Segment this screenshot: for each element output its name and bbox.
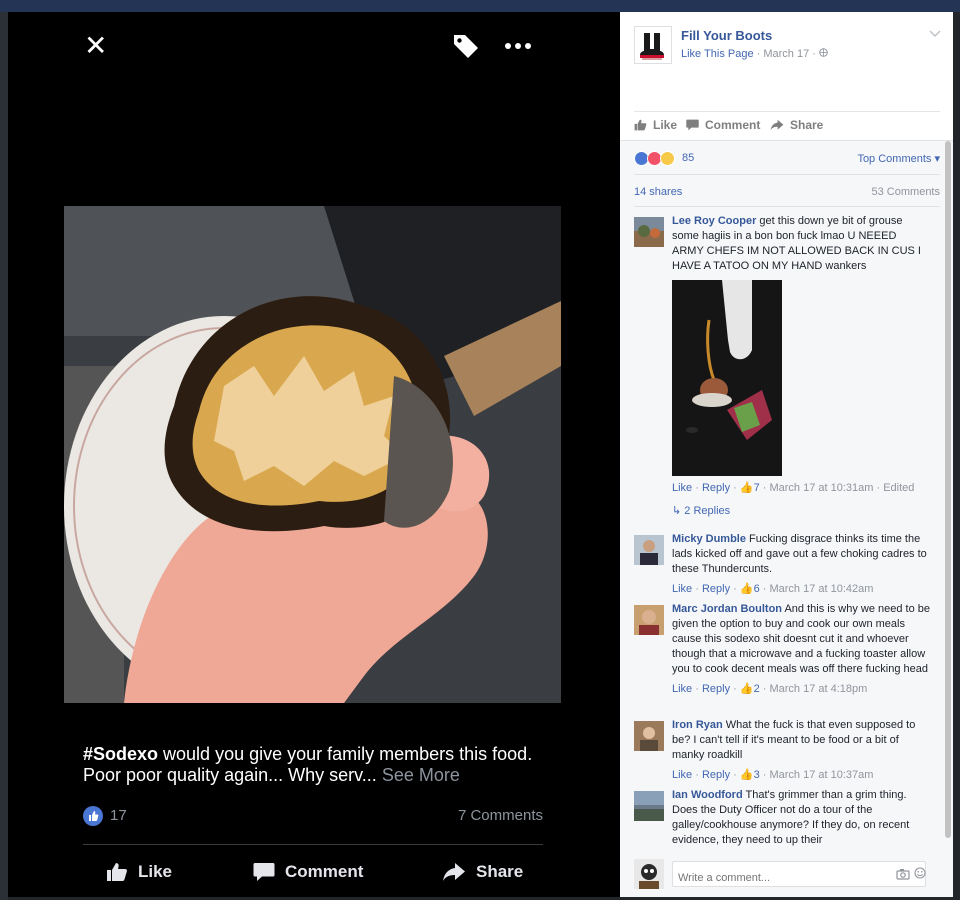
comment-composer [634, 859, 940, 889]
emoji-icon[interactable] [914, 867, 926, 879]
comment-meta: Like · Reply · 👍6 · March 17 at 10:42am [672, 583, 874, 595]
comment-bubble-icon [686, 119, 699, 131]
viewer-actions: Like Comment Share [83, 858, 543, 886]
avatar[interactable] [634, 535, 664, 565]
see-more-link[interactable]: See More [382, 765, 460, 785]
comment-body: Iron Ryan What the fuck is that even sup… [672, 718, 930, 783]
comments-count-link[interactable]: 7 Comments [458, 807, 543, 824]
close-icon[interactable]: ✕ [84, 32, 108, 60]
facebook-top-bar [0, 0, 960, 12]
comment-author[interactable]: Lee Roy Cooper [672, 215, 756, 227]
comments-total-link[interactable]: 53 Comments [872, 186, 940, 198]
haha-reaction-icon [660, 151, 675, 166]
comment-like-link[interactable]: Like [672, 683, 692, 695]
page-name-link[interactable]: Fill Your Boots [681, 28, 772, 43]
divider [83, 844, 543, 845]
post-comment-label: Comment [705, 118, 761, 132]
tag-icon[interactable] [451, 32, 481, 60]
post-side-panel: Fill Your Boots Like This Page · March 1… [620, 12, 953, 897]
reply-arrow-icon: ↳ [672, 505, 682, 517]
comment-body: Marc Jordan Boulton And this is why we n… [672, 602, 930, 697]
comment-meta: Like · Reply · 👍3 · March 17 at 10:37am [672, 769, 874, 781]
comment-button-label: Comment [285, 862, 364, 881]
post-header: Fill Your Boots Like This Page · March 1… [620, 12, 953, 132]
comment-like-link[interactable]: Like [672, 482, 692, 494]
post-like-label: Like [653, 118, 678, 132]
comment-time[interactable]: · March 17 at 10:37am [760, 769, 874, 781]
like-button-label: Like [138, 862, 173, 881]
thumbs-up-outline-icon: 👍 [739, 769, 754, 781]
thumbs-up-outline-icon: 👍 [739, 482, 754, 494]
share-arrow-icon [443, 863, 465, 881]
comment-body: Ian Woodford That's grimmer than a grim … [672, 788, 930, 848]
like-this-page-link[interactable]: Like This Page [681, 48, 754, 60]
share-arrow-icon [770, 119, 784, 131]
post-comment-button[interactable]: Comment [686, 118, 760, 132]
post-actions: Like Comment Share [634, 118, 940, 136]
reactions-count[interactable]: 85 [682, 152, 694, 164]
like-reaction-icon[interactable] [83, 806, 103, 826]
comment-bubble-icon [253, 863, 275, 881]
comment-time[interactable]: · March 17 at 4:18pm [760, 683, 868, 695]
share-button-label: Share [476, 862, 524, 881]
comment-like-link[interactable]: Like [672, 583, 692, 595]
comment-body: Lee Roy Cooper get this down ye bit of g… [672, 214, 930, 519]
post-share-button[interactable]: Share [770, 118, 823, 132]
avatar[interactable] [634, 217, 664, 247]
divider [634, 111, 940, 112]
comment-author[interactable]: Micky Dumble [672, 533, 746, 545]
comment-reply-link[interactable]: Reply [702, 583, 730, 595]
comment-reply-link[interactable]: Reply [702, 683, 730, 695]
shares-link[interactable]: 14 shares [634, 186, 682, 198]
comment-photo[interactable] [672, 280, 782, 476]
backdrop-left-strip [0, 12, 8, 900]
post-share-label: Share [790, 118, 824, 132]
thumbs-up-icon [634, 119, 647, 131]
comment-reply-link[interactable]: Reply [702, 769, 730, 781]
comment-body: Micky Dumble Fucking disgrace thinks its… [672, 532, 930, 597]
chevron-down-icon[interactable] [929, 30, 941, 38]
post-like-button[interactable]: Like [634, 118, 677, 132]
share-button[interactable]: Share [442, 858, 523, 886]
comment-reply-link[interactable]: Reply [702, 482, 730, 494]
comment-author[interactable]: Iron Ryan [672, 719, 723, 731]
divider [634, 174, 940, 175]
post-date: · March 17 · [753, 48, 819, 60]
camera-icon[interactable] [896, 868, 910, 880]
comment-meta: Like · Reply · 👍7 · March 17 at 10:31am … [672, 482, 915, 494]
top-comments-dropdown[interactable]: Top Comments ▾ [857, 152, 940, 165]
thumbs-up-outline-icon: 👍 [739, 683, 754, 695]
comment-input[interactable] [672, 861, 926, 887]
like-count[interactable]: 17 [110, 807, 127, 824]
comment-like-link[interactable]: Like [672, 769, 692, 781]
viewer-stats: 17 7 Comments [83, 804, 543, 826]
thumbs-up-outline-icon: 👍 [739, 583, 754, 595]
scrollbar[interactable] [945, 141, 951, 838]
like-button[interactable]: Like [106, 858, 172, 886]
comment-button[interactable]: Comment [253, 858, 363, 886]
photo-viewer: ✕ #Sodexo would you give your family mem… [8, 12, 620, 897]
comment-item: Ian Woodford That's grimmer than a grim … [634, 788, 940, 850]
avatar[interactable] [634, 791, 664, 821]
globe-icon [819, 48, 828, 57]
page-avatar[interactable] [634, 26, 672, 64]
replies-label: 2 Replies [684, 505, 731, 517]
comment-meta: Like · Reply · 👍2 · March 17 at 4:18pm [672, 683, 868, 695]
comment-time[interactable]: · March 17 at 10:42am [760, 583, 874, 595]
divider [634, 206, 940, 207]
reactions-summary[interactable]: 85 Top Comments ▾ [634, 151, 940, 167]
avatar[interactable] [634, 721, 664, 751]
caption-hashtag[interactable]: #Sodexo [83, 744, 158, 764]
comment-author[interactable]: Ian Woodford [672, 789, 743, 801]
avatar[interactable] [634, 605, 664, 635]
comment-time[interactable]: · March 17 at 10:31am · Edited [760, 482, 915, 494]
post-caption: #Sodexo would you give your family membe… [83, 744, 553, 786]
comment-author[interactable]: Marc Jordan Boulton [672, 603, 782, 615]
avatar[interactable] [634, 859, 664, 889]
view-replies-link[interactable]: ↳ 2 Replies [672, 504, 930, 519]
more-options-icon[interactable] [502, 36, 534, 56]
post-photo[interactable] [64, 206, 561, 703]
thumbs-up-icon [107, 863, 127, 881]
post-subline: Like This Page · March 17 · [681, 48, 828, 60]
